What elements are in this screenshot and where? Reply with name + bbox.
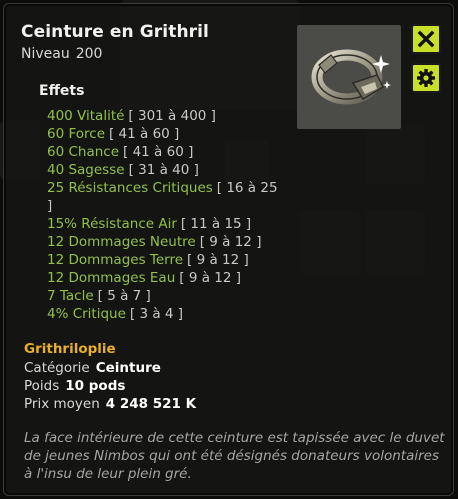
effect-item: 60 Chance[ 41 à 60 ] [47, 144, 194, 160]
level-value: 200 [75, 46, 103, 62]
effect-item: 15% Résistance Air[ 11 à 15 ] [47, 216, 252, 232]
level-label: Niveau [21, 46, 70, 62]
effects-title: Effets [39, 83, 85, 99]
belt-icon [297, 25, 401, 129]
set-name-link[interactable]: Grithriloplie [24, 341, 116, 357]
effect-item: 7 Tacle[ 5 à 7 ] [47, 288, 151, 304]
effects-list: 400 Vitalité[ 301 à 400 ] 60 Force[ 41 à… [47, 107, 282, 323]
item-tooltip: Ceinture en Grithril Niveau 200 Effets 4… [3, 3, 454, 496]
item-properties: Catégorie Ceinture Poids 10 pods Prix moye… [24, 359, 196, 413]
item-level: Niveau 200 [21, 46, 102, 62]
effect-item: 12 Dommages Neutre[ 9 à 12 ] [47, 234, 262, 250]
effect-item: 60 Force[ 41 à 60 ] [47, 126, 180, 142]
effect-item: 4% Critique[ 3 à 4 ] [47, 306, 184, 322]
effect-item: 12 Dommages Eau[ 9 à 12 ] [47, 270, 242, 286]
effect-item: 400 Vitalité[ 301 à 400 ] [47, 108, 216, 124]
gear-icon [417, 69, 435, 87]
item-name: Ceinture en Grithril [21, 22, 209, 42]
effect-item: 40 Sagesse[ 31 à 40 ] [47, 162, 199, 178]
close-button[interactable] [411, 24, 441, 54]
settings-button[interactable] [411, 63, 441, 93]
item-description: La face intérieure de cette ceinture est… [24, 430, 445, 482]
property-weight: Poids 10 pods [24, 378, 126, 394]
property-category: Catégorie Ceinture [24, 360, 161, 376]
effect-item: 25 Résistances Critiques[ 16 à 25 ] [47, 180, 278, 214]
effect-item: 12 Dommages Terre[ 9 à 12 ] [47, 252, 249, 268]
property-price: Prix moyen 4 248 521 K [24, 396, 197, 412]
close-icon [417, 30, 435, 48]
